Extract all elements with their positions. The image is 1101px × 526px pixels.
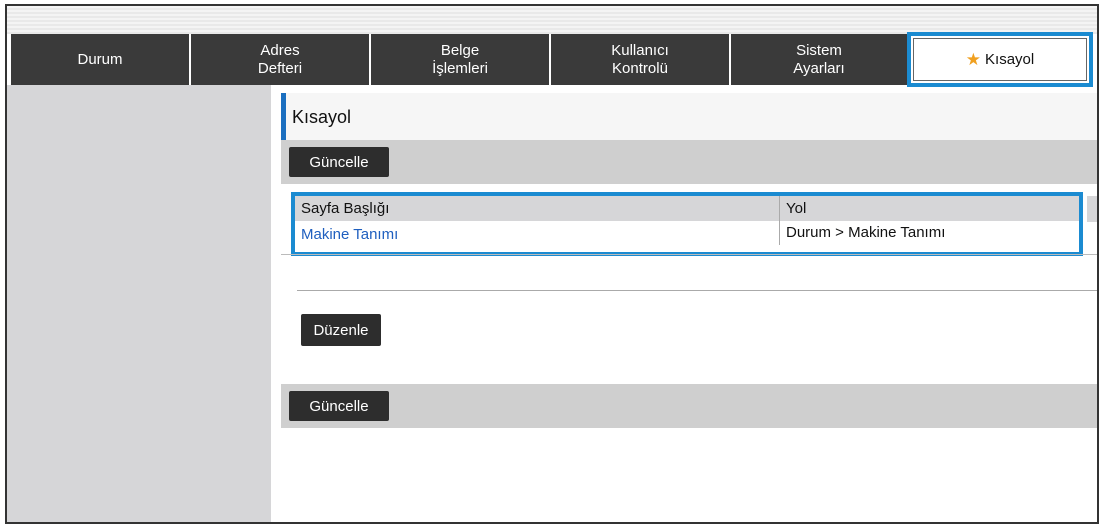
top-strip — [7, 6, 1097, 34]
tab-label-line1: Belge — [440, 41, 480, 59]
divider — [281, 254, 1097, 255]
table-header: Sayfa Başlığı Yol — [295, 196, 1079, 221]
page-title: Kısayol — [281, 93, 1097, 141]
tab-kisayol[interactable]: ★ Kısayol — [907, 32, 1093, 87]
tab-label-line2: Defteri — [257, 59, 303, 77]
table-row: Makine Tanımı Durum > Makine Tanımı — [295, 221, 1079, 248]
shortcut-path: Durum > Makine Tanımı — [779, 221, 945, 245]
update-button-bottom[interactable]: Güncelle — [289, 391, 389, 421]
tab-kullanici-kontrolu[interactable]: Kullanıcı Kontrolü — [551, 34, 731, 85]
table-header-extension — [1087, 196, 1097, 222]
tab-label-line2: Ayarları — [793, 59, 845, 77]
browser-frame: Durum Adres Defteri Belge İşlemleri Kull… — [5, 4, 1099, 524]
update-button-top[interactable]: Güncelle — [289, 147, 389, 177]
shortcut-table: Sayfa Başlığı Yol Makine Tanımı Durum > … — [291, 192, 1083, 256]
divider — [297, 290, 1097, 291]
toolbar-top — [281, 140, 1097, 184]
star-icon: ★ — [965, 49, 982, 69]
tab-label-line1: Adres — [260, 41, 300, 59]
tab-label: Durum — [77, 50, 123, 68]
tab-durum[interactable]: Durum — [11, 34, 191, 85]
shortcut-link[interactable]: Makine Tanımı — [301, 221, 398, 248]
main-content: Kısayol Güncelle Sayfa Başlığı Yol Makin… — [281, 85, 1097, 522]
tab-sistem-ayarlari[interactable]: Sistem Ayarları — [731, 34, 909, 85]
toolbar-bottom — [281, 384, 1097, 428]
left-sidebar — [7, 85, 271, 522]
tab-label: Kısayol — [985, 50, 1035, 68]
tab-label-line2: İşlemleri — [432, 59, 488, 77]
tab-label-line2: Kontrolü — [612, 59, 668, 77]
tab-label-line1: Kullanıcı — [611, 41, 669, 59]
tab-belge-islemleri[interactable]: Belge İşlemleri — [371, 34, 551, 85]
tab-adres-defteri[interactable]: Adres Defteri — [191, 34, 371, 85]
column-header-path: Yol — [779, 196, 806, 221]
edit-button[interactable]: Düzenle — [301, 314, 381, 346]
column-header-page-title: Sayfa Başlığı — [301, 200, 390, 217]
tab-label-line1: Sistem — [796, 41, 842, 59]
